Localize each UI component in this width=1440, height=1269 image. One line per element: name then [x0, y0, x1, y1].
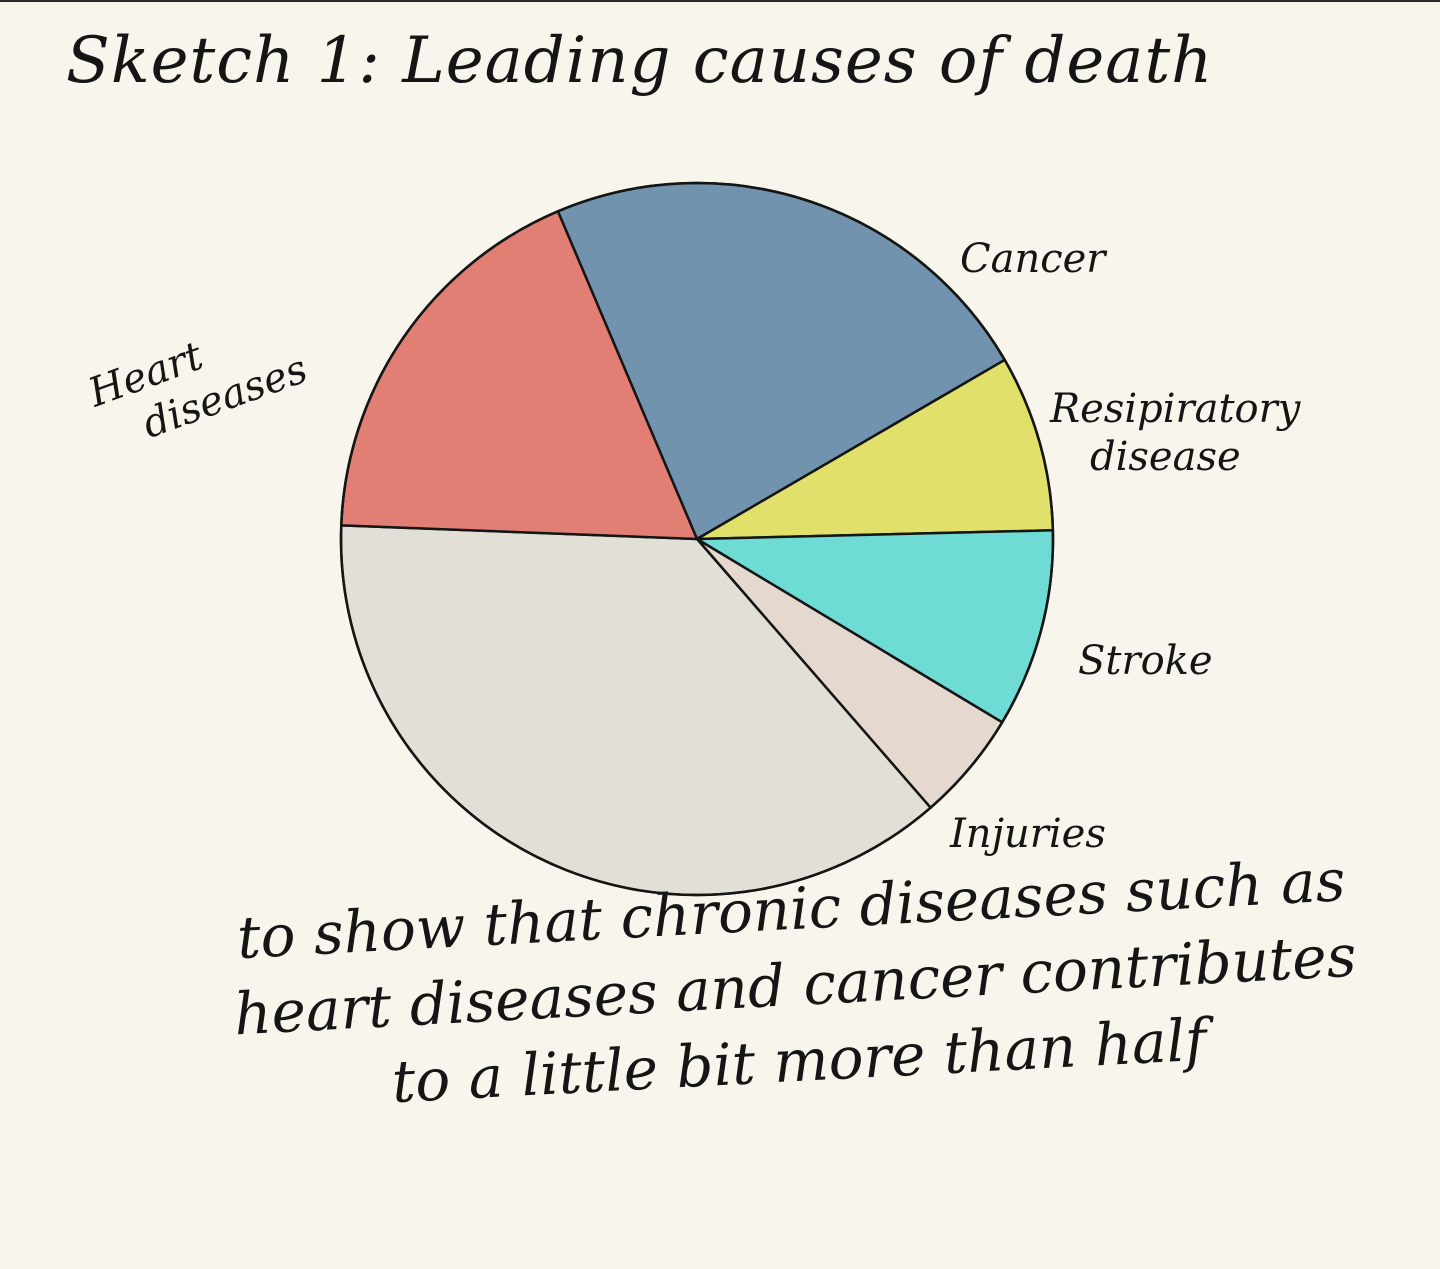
slice-label-heart-diseases: Heartdiseases	[82, 301, 314, 462]
slice-label-injuries: Injuries	[949, 811, 1106, 857]
slice-label-cancer: Cancer	[960, 236, 1108, 282]
sketch-page: Sketch 1: Leading causes of death Cancer…	[0, 0, 1440, 1269]
slice-label-resipiratory-disease: Resipiratory disease	[1049, 386, 1302, 480]
slice-label-stroke: Stroke	[1078, 638, 1213, 684]
